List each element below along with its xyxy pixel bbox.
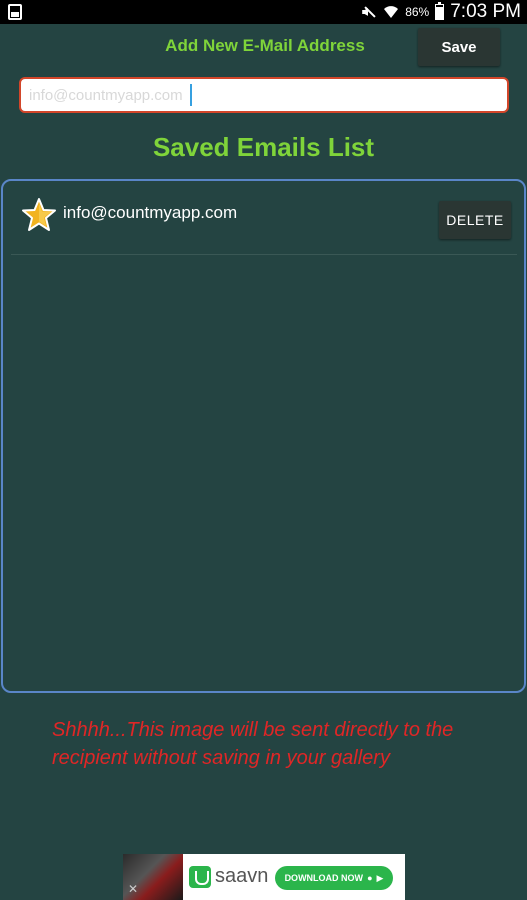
apple-icon: ● (367, 873, 373, 883)
delete-button[interactable]: DELETE (439, 201, 511, 239)
email-input[interactable] (19, 77, 509, 113)
battery-icon (435, 2, 445, 20)
play-store-icon: ▶ (376, 872, 384, 883)
saved-emails-list: info@countmyapp.com DELETE (1, 179, 526, 693)
screenshot-notification-icon (8, 4, 22, 20)
saved-emails-title: Saved Emails List (152, 132, 375, 162)
list-item: info@countmyapp.com DELETE (11, 193, 517, 255)
wifi-icon (383, 4, 399, 20)
download-now-label: DOWNLOAD NOW (284, 873, 364, 883)
ad-brand-name: saavn (215, 865, 269, 887)
close-icon[interactable]: ✕ (128, 882, 138, 896)
star-icon (22, 198, 56, 231)
download-now-button[interactable]: DOWNLOAD NOW ● ▶ (275, 866, 393, 890)
clock: 7:03 PM (450, 1, 521, 22)
status-bar: 86% 7:03 PM (0, 0, 527, 24)
warning-message: Shhhh...This image will be sent directly… (52, 719, 454, 769)
save-button[interactable]: Save (418, 28, 500, 66)
add-email-title: Add New E-Mail Address (165, 36, 365, 55)
battery-percentage: 86% (405, 5, 430, 19)
mute-icon (361, 4, 377, 20)
saved-email-text: info@countmyapp.com (63, 203, 238, 222)
status-icons: 86% 7:03 PM (361, 0, 521, 24)
saavn-logo-icon (189, 866, 211, 888)
text-cursor (190, 84, 192, 106)
app-screen: 86% 7:03 PM Add New E-Mail Address Save … (0, 0, 527, 900)
ad-banner[interactable]: ✕ saavn DOWNLOAD NOW ● ▶ (123, 854, 405, 900)
